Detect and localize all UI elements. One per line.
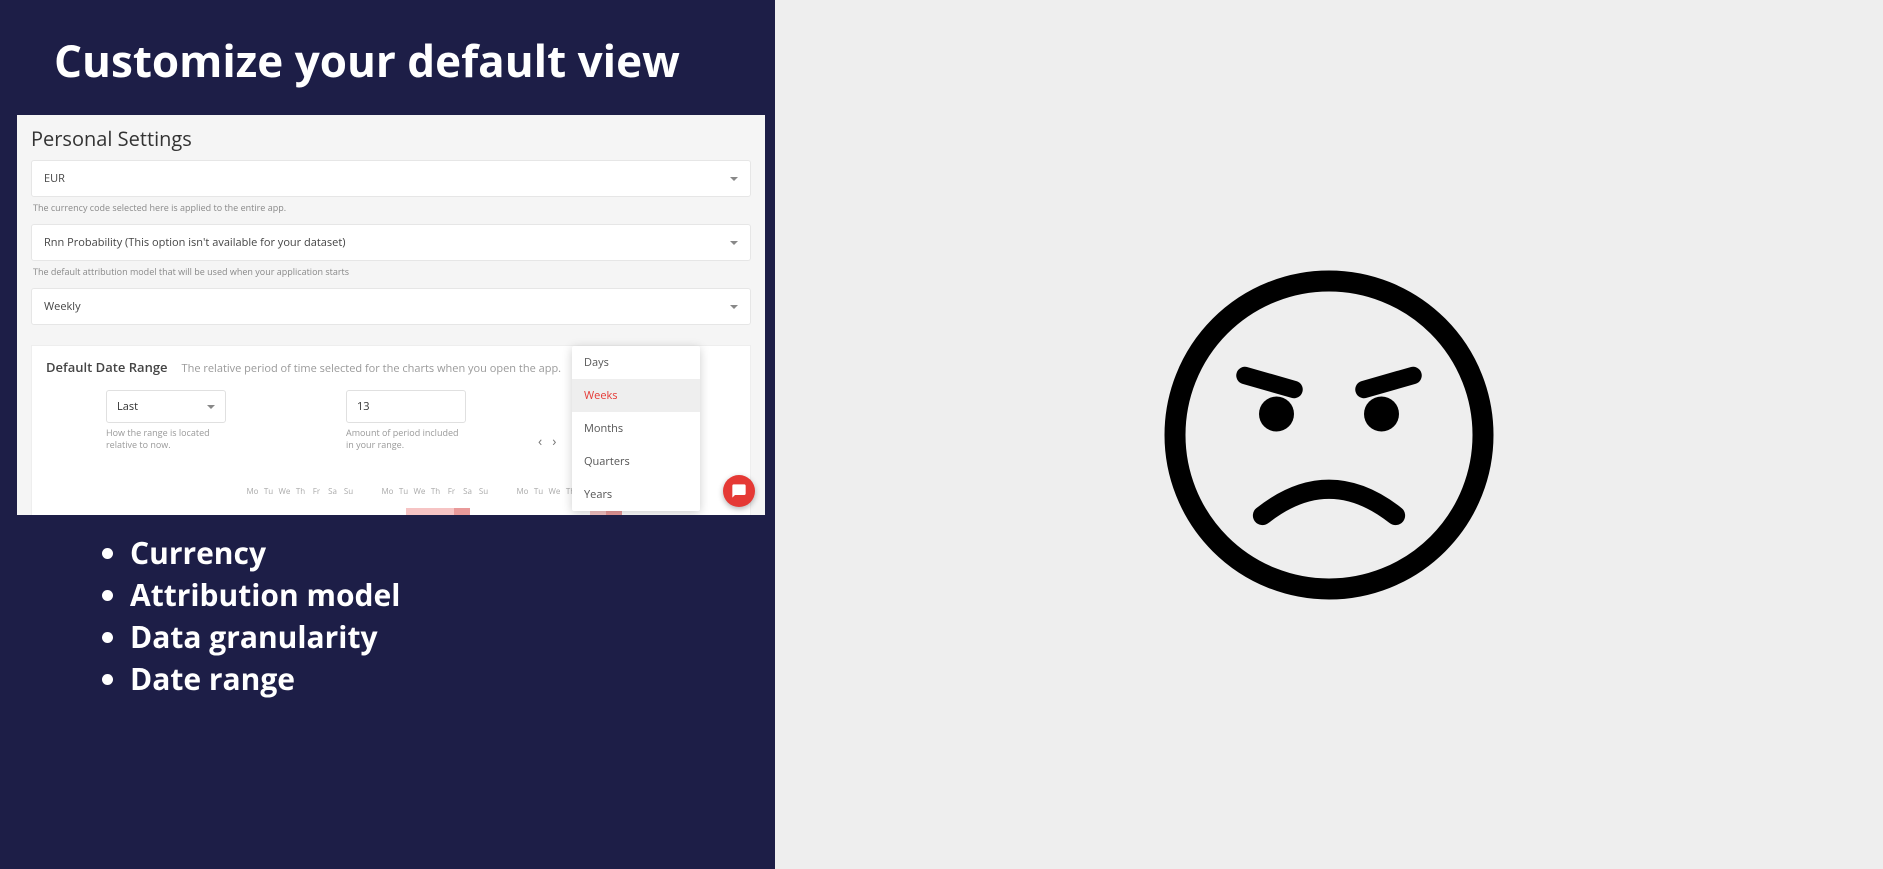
unit-option-days[interactable]: Days <box>572 346 700 379</box>
chevron-down-icon <box>207 405 215 409</box>
calendar-dow: Th <box>294 486 307 497</box>
slide-right-panel <box>775 0 1883 869</box>
settings-heading: Personal Settings <box>17 115 765 158</box>
slide-left-panel: Customize your default view Personal Set… <box>0 0 775 869</box>
calendar-day[interactable]: 2 <box>422 508 438 515</box>
calendar-day[interactable]: 4 <box>454 508 470 515</box>
calendar-dow: Tu <box>532 486 545 497</box>
amount-helper: Amount of period included in your range. <box>346 423 466 450</box>
sad-face-icon <box>1154 260 1504 610</box>
calendar-prev-button[interactable]: ‹ <box>538 432 542 451</box>
calendar-dow: We <box>548 486 561 497</box>
calendar-dow: Tu <box>397 486 410 497</box>
calendar-dow: Mo <box>381 486 394 497</box>
calendar-dow: We <box>413 486 426 497</box>
calendar-dow: We <box>278 486 291 497</box>
unit-option-quarters[interactable]: Quarters <box>572 445 700 478</box>
unit-option-months[interactable]: Months <box>572 412 700 445</box>
relative-select[interactable]: Last <box>106 390 226 423</box>
calendar-month-label: MAR <box>246 511 286 515</box>
bullet-item: Attribution model <box>130 574 400 616</box>
date-range-sub: The relative period of time selected for… <box>182 361 562 376</box>
calendar-dow: Fr <box>445 486 458 497</box>
chevron-down-icon <box>730 177 738 181</box>
bullet-item: Date range <box>130 658 400 700</box>
relative-value: Last <box>117 399 138 414</box>
attribution-value: Rnn Probability (This option isn't avail… <box>44 235 346 250</box>
calendar-dow: Su <box>342 486 355 497</box>
calendar-dow: Tu <box>262 486 275 497</box>
calendar-dow: Mo <box>246 486 259 497</box>
currency-value: EUR <box>44 171 65 186</box>
calendar-next-button[interactable]: › <box>552 432 556 451</box>
slide-title: Customize your default view <box>0 0 775 90</box>
slide-bullets: CurrencyAttribution modelData granularit… <box>74 532 400 700</box>
bullet-item: Data granularity <box>130 616 400 658</box>
unit-dropdown: Days Weeks Months Quarters Years <box>572 346 700 511</box>
calendar-dow: Th <box>429 486 442 497</box>
relative-helper: How the range is located relative to now… <box>106 423 226 450</box>
date-range-card: Default Date Range The relative period o… <box>31 345 751 515</box>
bullet-item: Currency <box>130 532 400 574</box>
currency-select[interactable]: EUR <box>31 160 751 197</box>
date-range-label: Default Date Range <box>46 358 168 376</box>
currency-helper: The currency code selected here is appli… <box>31 197 751 214</box>
granularity-select[interactable]: Weekly <box>31 288 751 325</box>
chevron-down-icon <box>730 241 738 245</box>
calendar-dow: Su <box>477 486 490 497</box>
amount-value: 13 <box>357 399 370 414</box>
settings-screenshot: Personal Settings EUR The currency code … <box>17 115 765 515</box>
unit-option-weeks[interactable]: Weeks <box>572 379 700 412</box>
calendar-dow: Mo <box>516 486 529 497</box>
calendar-dow: Fr <box>310 486 323 497</box>
calendar-month-label: MAY <box>550 511 590 515</box>
unit-option-years[interactable]: Years <box>572 478 700 511</box>
chat-fab[interactable] <box>723 475 755 507</box>
chat-icon <box>731 483 747 499</box>
chevron-down-icon <box>730 305 738 309</box>
calendar-month-label: APR <box>366 511 406 515</box>
attribution-select[interactable]: Rnn Probability (This option isn't avail… <box>31 224 751 261</box>
calendar-day[interactable]: 3 <box>438 508 454 515</box>
granularity-value: Weekly <box>44 299 81 314</box>
calendar-day[interactable]: 1 <box>406 508 422 515</box>
calendar-dow: Sa <box>461 486 474 497</box>
calendar-dow: Sa <box>326 486 339 497</box>
amount-input[interactable]: 13 <box>346 390 466 423</box>
attribution-helper: The default attribution model that will … <box>31 261 751 278</box>
